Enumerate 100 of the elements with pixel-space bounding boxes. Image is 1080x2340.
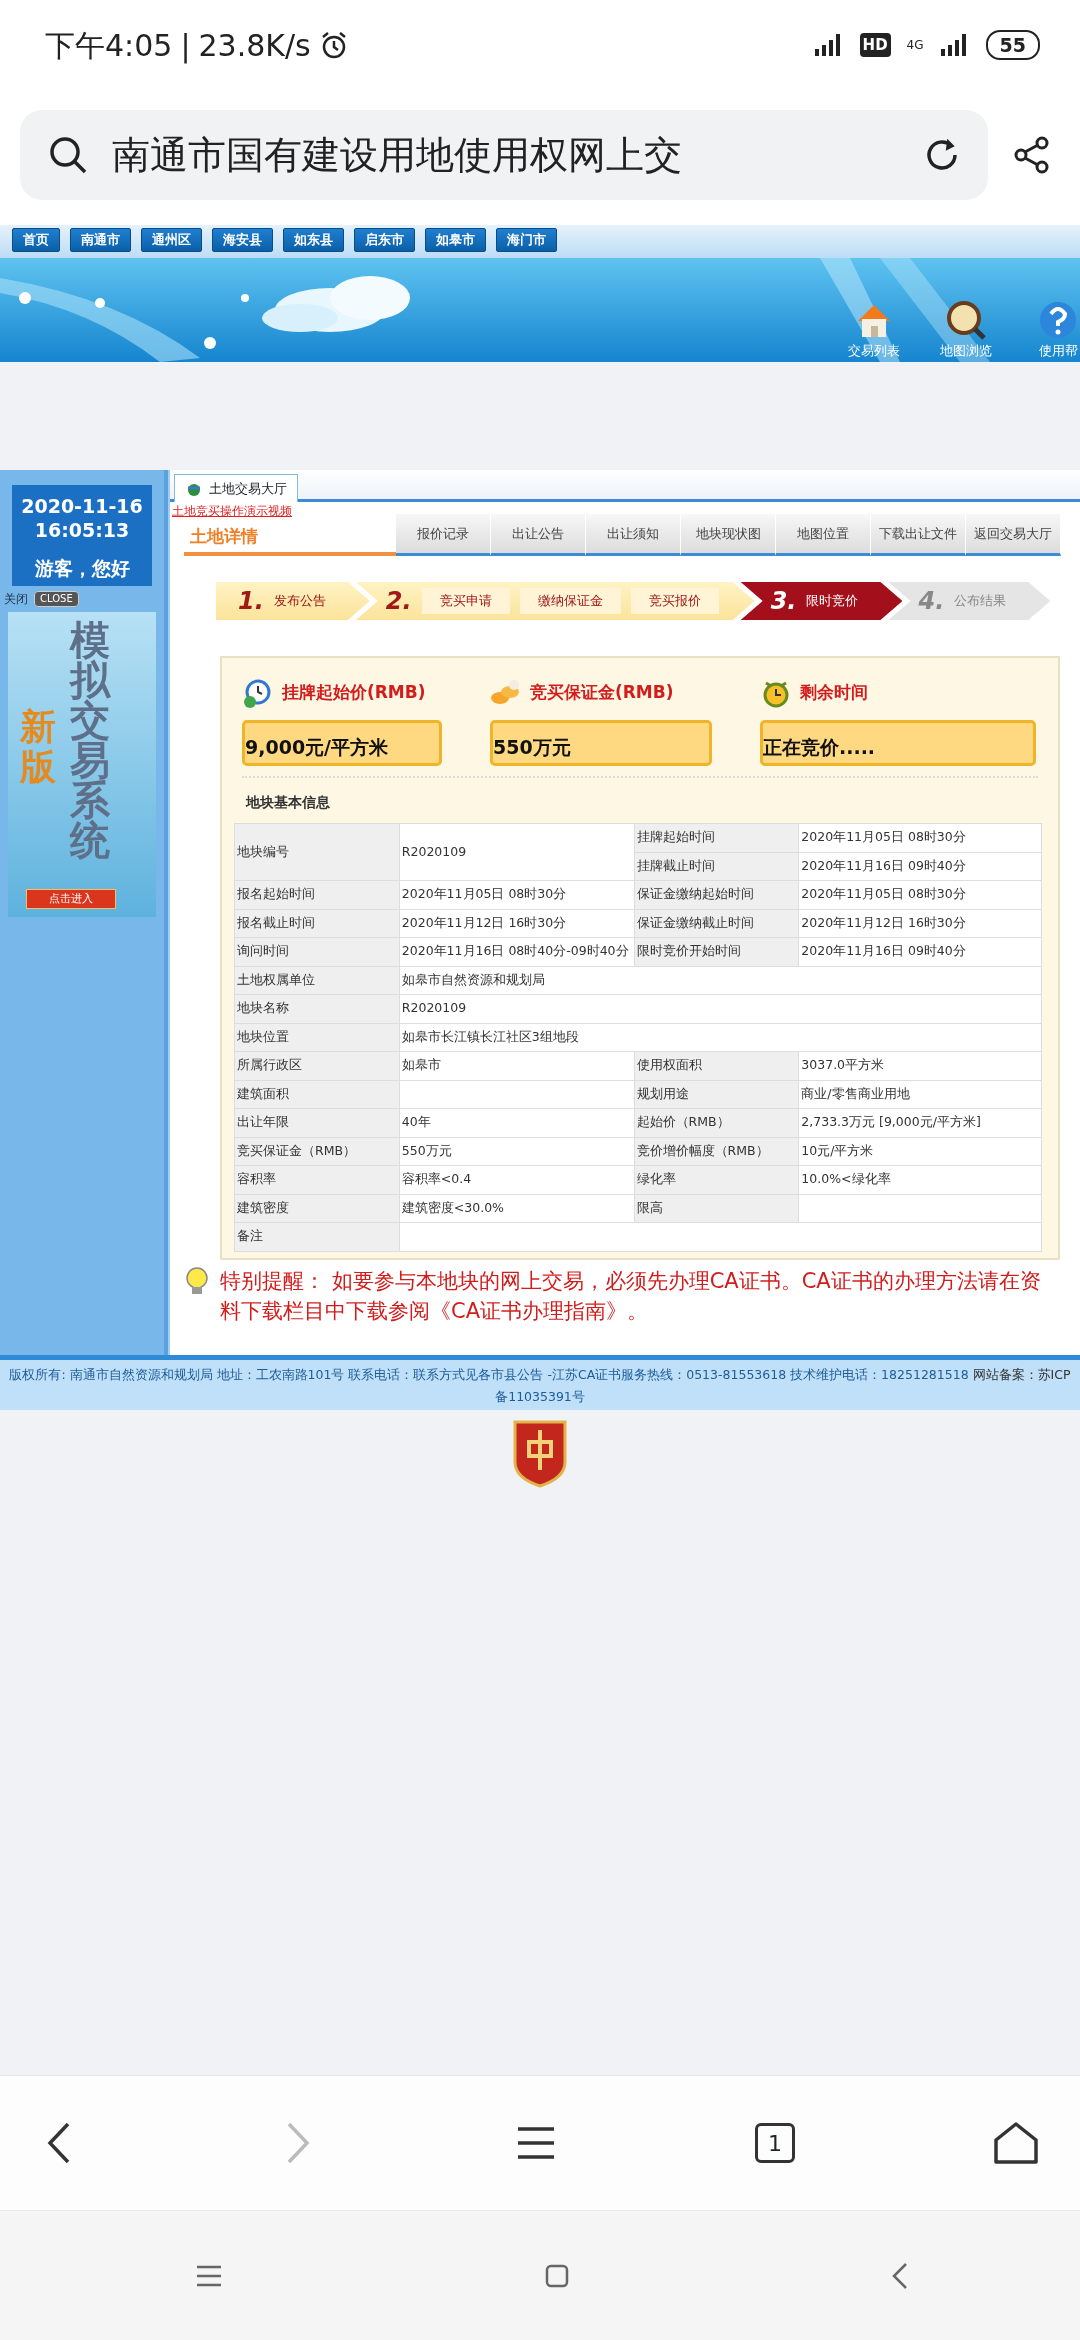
notice-text: 特别提醒： 如要参与本地块的网上交易，必须先办理CA证书。CA证书的办理方法请在资料下载栏目中下载参阅《CA证书办理指南》。	[220, 1267, 1042, 1325]
square-icon[interactable]	[543, 2262, 570, 2289]
detail-tab[interactable]: 出让公告	[491, 514, 586, 556]
divider-text: |	[180, 26, 191, 66]
field-value: 2020年11月12日 16时30分	[399, 909, 634, 938]
video-link[interactable]: 土地竞买操作演示视频	[172, 502, 292, 520]
field-value: 如皋市长江镇长江社区3组地段	[399, 1023, 1042, 1052]
network-speed: 23.8K/s	[198, 26, 311, 65]
tool-link[interactable]: 交易列表	[838, 340, 910, 360]
page-title: 南通市国有建设用地使用权网上交	[112, 131, 683, 179]
field-value: R2020109	[399, 823, 634, 881]
ad-title: 模拟交易系统	[70, 620, 110, 861]
home-icon[interactable]	[992, 2120, 1040, 2166]
field-value: 10.0%<绿化率	[798, 1165, 1042, 1194]
summary-label: 剩余时间	[800, 681, 868, 705]
magnifier-icon[interactable]	[944, 298, 988, 341]
tool-link[interactable]: 使用帮	[1022, 340, 1080, 360]
field-value: 2,733.3万元 [9,000元/平方米]	[798, 1108, 1042, 1137]
hall-tab[interactable]: 土地交易大厅	[174, 474, 298, 502]
field-label: 竞价增价幅度（RMB）	[634, 1137, 799, 1166]
clock-time: 下午4:05	[45, 26, 173, 65]
field-label: 使用权面积	[634, 1051, 799, 1080]
summary-value: 550万元	[490, 720, 712, 766]
edition-label: 新版	[20, 707, 56, 787]
network-type: 4G	[906, 39, 924, 51]
field-label: 报名截止时间	[234, 909, 400, 938]
tabs-button[interactable]: 1	[755, 2123, 795, 2163]
section-title: 土地详情	[190, 525, 258, 548]
close-button[interactable]: CLOSE	[34, 591, 79, 608]
field-value: 建筑密度<30.0%	[399, 1194, 634, 1223]
field-value: R2020109	[399, 994, 1042, 1023]
field-label: 备注	[234, 1222, 400, 1251]
field-label: 土地权属单位	[234, 966, 400, 995]
reload-icon[interactable]	[924, 137, 960, 173]
detail-tab[interactable]: 报价记录	[396, 514, 491, 556]
detail-tab[interactable]: 返回交易大厅	[966, 514, 1061, 556]
battery-indicator: 55	[985, 30, 1040, 60]
close-link[interactable]: 关闭	[4, 590, 28, 609]
field-label: 挂牌截止时间	[634, 852, 799, 881]
nav-button[interactable]: 启东市	[354, 228, 415, 252]
field-label: 起始价（RMB）	[634, 1108, 799, 1137]
field-label: 建筑面积	[234, 1080, 400, 1109]
nav-button[interactable]: 海安县	[212, 228, 273, 252]
tool-link[interactable]: 地图浏览	[930, 340, 1002, 360]
back-icon[interactable]	[890, 2260, 910, 2291]
field-value: 2020年11月05日 08时30分	[798, 823, 1042, 852]
detail-tab[interactable]: 下载出让文件	[871, 514, 966, 556]
field-value: 商业/零售商业用地	[798, 1080, 1042, 1109]
field-label: 询问时间	[234, 937, 400, 966]
field-label: 保证金缴纳起始时间	[634, 880, 799, 909]
nav-button[interactable]: 通州区	[141, 228, 202, 252]
summary-value: 9,000元/平方米	[242, 720, 442, 766]
summary-label: 竞买保证金(RMB)	[530, 681, 674, 705]
field-label: 出让年限	[234, 1108, 400, 1137]
field-value: 如皋市自然资源和规划局	[399, 966, 1042, 995]
summary-label: 挂牌起始价(RMB)	[282, 681, 426, 705]
nav-button[interactable]: 如皋市	[425, 228, 486, 252]
field-label: 地块名称	[234, 994, 400, 1023]
step-label: 缴纳保证金	[519, 588, 621, 614]
field-label: 绿化率	[634, 1165, 799, 1194]
field-value: 2020年11月16日 08时40分-09时40分	[399, 937, 634, 966]
field-value: 40年	[399, 1108, 634, 1137]
address-bar[interactable]: 南通市国有建设用地使用权网上交	[20, 110, 988, 200]
field-label: 所属行政区	[234, 1051, 400, 1080]
field-value: 如皋市	[399, 1051, 634, 1080]
enter-button[interactable]: 点击进入	[26, 889, 116, 910]
detail-tab[interactable]: 出让须知	[586, 514, 681, 556]
info-title: 地块基本信息	[246, 793, 331, 812]
nav-button[interactable]: 首页	[12, 228, 60, 252]
field-label: 地块编号	[234, 823, 400, 881]
field-label: 限高	[634, 1194, 799, 1223]
field-label: 规划用途	[634, 1080, 799, 1109]
footer-text: 版权所有: 南通市自然资源和规划局 地址：工农南路101号 联系电话：联系方式见各市县公告 -江苏CA证书服务热线：0513-81553618 技术维护电话：18251281518 网站备案：苏ICP 备11035391号	[8, 1366, 1072, 1406]
detail-tab[interactable]: 地图位置	[776, 514, 871, 556]
field-value: 3037.0平方米	[798, 1051, 1042, 1080]
field-label: 限时竞价开始时间	[634, 937, 799, 966]
lightbulb-icon	[184, 1265, 210, 1296]
nav-button[interactable]: 海门市	[496, 228, 557, 252]
detail-tab[interactable]: 地块现状图	[681, 514, 776, 556]
nav-button[interactable]: 南通市	[70, 228, 131, 252]
field-value: 10元/平方米	[798, 1137, 1042, 1166]
greeting-text: 游客，您好	[33, 556, 131, 581]
search-icon[interactable]	[48, 135, 88, 175]
field-label: 报名起始时间	[234, 880, 400, 909]
field-value: 容积率<0.4	[399, 1165, 634, 1194]
date-text: 2020-11-16	[20, 495, 144, 519]
field-label: 地块位置	[234, 1023, 400, 1052]
field-label: 竞买保证金（RMB）	[234, 1137, 400, 1166]
hd-badge: HD	[859, 32, 891, 58]
step-label: 竞买申请	[421, 588, 510, 614]
field-value: 2020年11月16日 09时40分	[798, 937, 1042, 966]
field-value: 2020年11月05日 08时30分	[399, 880, 634, 909]
field-value: 2020年11月16日 09时40分	[798, 852, 1042, 881]
field-value: 2020年11月12日 16时30分	[798, 909, 1042, 938]
field-value: 550万元	[399, 1137, 634, 1166]
field-value: 2020年11月05日 08时30分	[798, 880, 1042, 909]
nav-button[interactable]: 如东县	[283, 228, 344, 252]
step-label: 竞买报价	[630, 588, 719, 614]
field-label: 挂牌起始时间	[634, 823, 799, 852]
field-label: 容积率	[234, 1165, 400, 1194]
